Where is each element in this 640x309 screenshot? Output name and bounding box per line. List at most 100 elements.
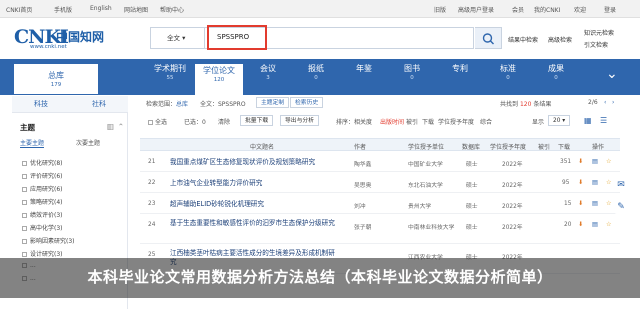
link-old-version[interactable]: 旧版 [434, 5, 446, 14]
read-icon[interactable]: ▤ [592, 158, 598, 165]
checkbox[interactable] [22, 161, 27, 166]
favorite-icon[interactable]: ☆ [606, 179, 612, 186]
col-download: 下载 [558, 144, 571, 151]
checkbox[interactable] [22, 239, 27, 244]
sidebar-topic-item[interactable]: 绩效评价(3) [22, 210, 63, 219]
sidebar-topic-item[interactable]: 高中化学(3) [22, 223, 63, 232]
checkbox[interactable] [22, 213, 27, 218]
link-sitemap[interactable]: 网站地图 [124, 5, 148, 14]
sort-combined[interactable]: 综合 [480, 117, 492, 126]
export-analysis-button[interactable]: 导出与分析 [280, 115, 319, 126]
sort-date[interactable]: 出版时间 [380, 117, 404, 126]
sort-degree-year[interactable]: 学位授予年度 [438, 117, 474, 126]
search-button[interactable] [475, 27, 502, 49]
checkbox[interactable] [22, 187, 27, 192]
link-english[interactable]: English [90, 5, 112, 12]
tab-total[interactable]: 总库 179 [14, 62, 98, 94]
sidebar-sub-secondary[interactable]: 次要主题 [76, 138, 100, 147]
next-page-icon[interactable]: › [612, 99, 614, 106]
advanced-search-button[interactable]: 高级检索 [548, 35, 572, 44]
per-page-select[interactable]: 20 ▾ [548, 115, 571, 126]
tab-thesis[interactable]: 学位论文 120 [195, 62, 243, 95]
row-unit[interactable]: 中南林业科技大学 [408, 222, 454, 231]
sidebar-sub-main[interactable]: 主要主题 [20, 138, 45, 148]
crumb-scope[interactable]: 总库 [176, 99, 188, 108]
citation-search-link[interactable]: 引文检索 [584, 40, 608, 49]
search-in-results-button[interactable]: 结果中检索 [508, 35, 538, 44]
read-icon[interactable]: ▤ [592, 221, 598, 228]
search-scope-select[interactable]: 全文 ▾ [150, 27, 204, 49]
checkbox[interactable] [22, 174, 27, 179]
sort-download[interactable]: 下载 [422, 117, 434, 126]
row-author[interactable]: 吴思奥 [354, 180, 371, 189]
favorite-icon[interactable]: ☆ [606, 221, 612, 228]
download-icon[interactable]: ⬇ [578, 179, 583, 186]
tab-label: 会议 [260, 64, 276, 73]
link-advanced-login[interactable]: 高级用户登录 [458, 5, 494, 14]
link-member[interactable]: 会员 [512, 5, 524, 14]
sidebar-topic-item[interactable]: 评价研究(6) [22, 171, 63, 180]
prev-page-icon[interactable]: ‹ [604, 99, 606, 106]
tab-count: 120 [213, 77, 225, 83]
link-my-cnki[interactable]: 我的CNKI [534, 5, 560, 14]
row-title[interactable]: 超声辅助ELID砂轮锐化机理研究 [170, 200, 360, 209]
sidebar-tab-soc[interactable]: 社科 [70, 96, 128, 113]
link-help[interactable]: 帮助中心 [160, 5, 184, 14]
grid-view-icon[interactable]: ▦ [584, 116, 592, 125]
clear-link[interactable]: 清除 [218, 117, 230, 126]
sidebar-topic-item[interactable]: 优化研究(8) [22, 158, 63, 167]
row-author[interactable]: 陶华鑫 [354, 159, 371, 168]
table-row[interactable]: 23 超声辅助ELID砂轮锐化机理研究 刘冲 贵州大学 硕士 2022年 15 … [140, 195, 620, 214]
checkbox[interactable] [22, 200, 27, 205]
link-login[interactable]: 登录 [604, 5, 616, 14]
table-row[interactable]: 22 上市油气企业转型能力评价研究 吴思奥 东北石油大学 硕士 2022年 95… [140, 174, 620, 193]
table-row[interactable]: 24 基于生态重要性和敏感性评价的汩罗市生态保护分级研究 张子朝 中南林业科技大… [140, 216, 620, 244]
favorite-icon[interactable]: ☆ [606, 200, 612, 207]
checkbox[interactable] [22, 252, 27, 257]
tab-journal[interactable]: 学术期刊 55 [142, 63, 198, 81]
collapse-icon[interactable]: ⌃ [118, 122, 124, 131]
download-icon[interactable]: ⬇ [578, 200, 583, 207]
row-unit[interactable]: 贵州大学 [408, 201, 431, 210]
row-unit[interactable]: 东北石油大学 [408, 180, 443, 189]
expand-chevron-icon[interactable]: ⌄ [606, 66, 618, 82]
row-unit[interactable]: 中国矿业大学 [408, 159, 443, 168]
knowledge-search-link[interactable]: 知识元检索 [584, 28, 614, 37]
table-row[interactable]: 21 我国重点煤矿区生态修复现状评价及规划策略研究 陶华鑫 中国矿业大学 硕士 … [140, 153, 620, 172]
sidebar-topic-item[interactable]: 应用研究(6) [22, 184, 63, 193]
search-history-button[interactable]: 检索历史 [290, 97, 324, 108]
read-icon[interactable]: ▤ [592, 200, 598, 207]
sidebar-topic-item[interactable]: 影响因素研究(3) [22, 236, 75, 245]
row-author[interactable]: 刘冲 [354, 201, 366, 210]
sort-relevance[interactable]: 相关度 [354, 117, 372, 126]
link-cnki-home[interactable]: CNKI首页 [6, 5, 32, 14]
tab-achievement[interactable]: 成果 0 [528, 63, 584, 81]
sort-cited[interactable]: 被引 [406, 117, 418, 126]
read-icon[interactable]: ▤ [592, 179, 598, 186]
select-all[interactable]: 全选 [148, 117, 167, 126]
list-view-icon[interactable]: ☰ [600, 116, 607, 125]
row-title[interactable]: 上市油气企业转型能力评价研究 [170, 179, 360, 188]
chat-icon[interactable]: ✉ [614, 178, 628, 192]
download-icon[interactable]: ⬇ [578, 158, 583, 165]
sidebar-topic-item[interactable]: 设计研究(3) [22, 249, 63, 258]
checkbox[interactable] [22, 226, 27, 231]
tab-label: 标准 [500, 64, 516, 73]
chart-icon[interactable]: ▥ [107, 122, 114, 131]
result-prefix: 共找到 [500, 101, 519, 108]
topic-item-label: 设计研究(3) [30, 251, 63, 258]
row-title[interactable]: 基于生态重要性和敏感性评价的汩罗市生态保护分级研究 [170, 219, 340, 228]
edit-icon[interactable]: ✎ [614, 200, 628, 214]
batch-download-button[interactable]: 批量下载 [240, 115, 274, 126]
row-number: 23 [148, 201, 156, 207]
row-author[interactable]: 张子朝 [354, 222, 371, 231]
checkbox[interactable] [148, 120, 153, 125]
favorite-icon[interactable]: ☆ [606, 158, 612, 165]
download-icon[interactable]: ⬇ [578, 221, 583, 228]
topic-custom-button[interactable]: 主题定制 [256, 97, 290, 108]
link-mobile[interactable]: 手机版 [54, 5, 72, 14]
sidebar-topic-item[interactable]: 策略研究(4) [22, 197, 63, 206]
cnki-logo[interactable]: CNKI 中国知网 www.cnki.net [14, 26, 126, 52]
row-title[interactable]: 我国重点煤矿区生态修复现状评价及规划策略研究 [170, 158, 360, 167]
sidebar-tab-sci[interactable]: 科技 [12, 96, 70, 113]
